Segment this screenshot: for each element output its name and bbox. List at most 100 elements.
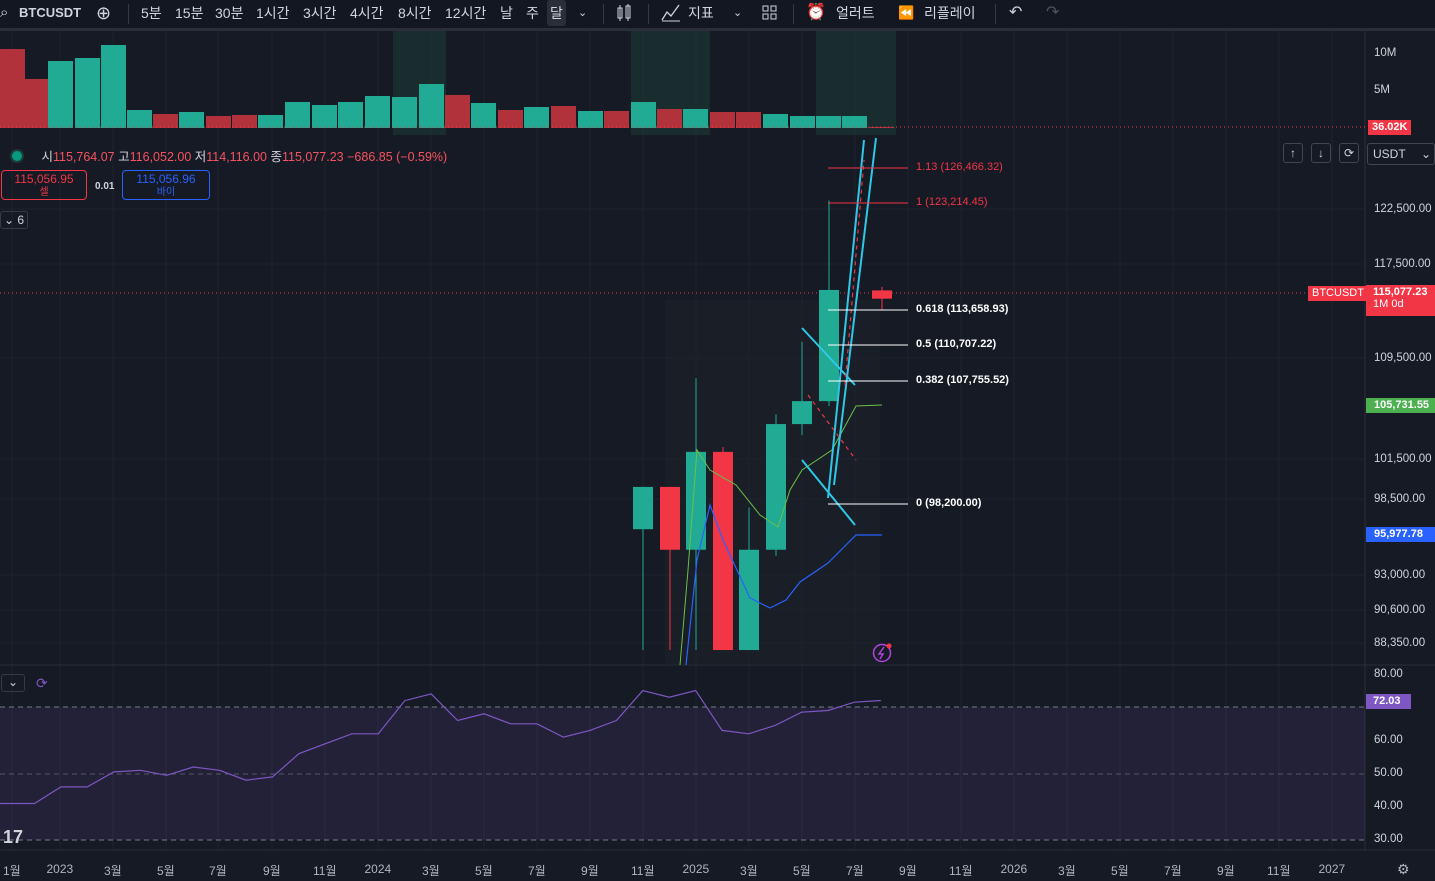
sell-price: 115,056.95 xyxy=(14,172,74,186)
volume-bar xyxy=(25,79,50,128)
interval-5m[interactable]: 5분 xyxy=(141,0,162,26)
interval-8h[interactable]: 8시간 xyxy=(398,0,432,26)
settings-gear-icon[interactable]: ⚙ xyxy=(1397,861,1410,878)
price-axis-label: 90,600.00 xyxy=(1374,604,1426,616)
interval-week[interactable]: 주 xyxy=(526,0,539,26)
time-axis-label: 9월 xyxy=(263,864,281,878)
time-axis-label: 5월 xyxy=(475,864,493,878)
currency-value: USDT xyxy=(1373,147,1406,161)
interval-4h[interactable]: 4시간 xyxy=(350,0,384,26)
scroll-up-icon[interactable]: ↑ xyxy=(1283,143,1303,163)
refresh-icon[interactable]: ⟳ xyxy=(1339,143,1359,163)
currency-select[interactable]: USDT ⌄ xyxy=(1367,143,1435,165)
time-axis-label: 7월 xyxy=(209,864,227,878)
layout-grid-icon[interactable] xyxy=(761,0,779,26)
svg-text:17: 17 xyxy=(3,827,23,847)
chevron-down-icon: ⌄ xyxy=(1420,147,1431,161)
fib-label: 1 (123,214.45) xyxy=(916,196,988,208)
alert-button[interactable]: 얼러트 xyxy=(836,0,875,26)
alarm-clock-icon[interactable]: ⏰ xyxy=(806,0,826,26)
price-axis-label: 101,500.00 xyxy=(1374,453,1432,465)
indicator-count: 6 xyxy=(17,213,25,227)
fib-label: 1.13 (126,466.32) xyxy=(916,161,1003,173)
chevron-down-icon[interactable]: ⌄ xyxy=(733,0,742,26)
indicators-button[interactable]: 지표 xyxy=(688,0,714,26)
undo-icon[interactable]: ↶ xyxy=(1009,0,1022,26)
time-axis-label: 3월 xyxy=(104,864,122,878)
time-axis-label: 11월 xyxy=(313,864,337,878)
ohlc-legend: 시115,764.07 고116,052.00 저114,116.00 종115… xyxy=(10,146,447,165)
interval-day[interactable]: 날 xyxy=(500,0,513,26)
last-price-tag: 115,077.23 1M 0d xyxy=(1366,285,1435,316)
divider xyxy=(128,4,129,24)
time-axis-label: 7월 xyxy=(528,864,546,878)
rsi-value-tag: 72.03 xyxy=(1366,694,1411,709)
interval-12h[interactable]: 12시간 xyxy=(445,0,486,26)
price-axis-label: 117,500.00 xyxy=(1374,258,1431,270)
scroll-down-icon[interactable]: ↓ xyxy=(1311,143,1331,163)
sell-button[interactable]: 115,056.95 셀 xyxy=(1,170,87,200)
volume-bar xyxy=(392,97,417,128)
legend-close-key: 종 xyxy=(270,150,282,164)
volume-bar xyxy=(101,45,126,128)
time-axis-label: 1월 xyxy=(3,864,21,878)
buy-button[interactable]: 115,056.96 바이 xyxy=(122,170,210,200)
volume-bar xyxy=(179,112,204,128)
search-icon[interactable]: ⌕ xyxy=(0,0,8,26)
volume-bar xyxy=(285,102,310,128)
volume-bar xyxy=(551,106,576,128)
legend-high-key: 고 xyxy=(118,150,130,164)
symbol-price-tag: BTCUSDT xyxy=(1308,286,1368,301)
chevron-down-icon[interactable]: ⌄ xyxy=(578,0,587,26)
interval-3h[interactable]: 3시간 xyxy=(303,0,337,26)
ma-blue-price-tag: 95,977.78 xyxy=(1366,527,1435,542)
time-axis-label: 5월 xyxy=(793,864,811,878)
symbol-name[interactable]: BTCUSDT xyxy=(19,0,81,26)
volume-bar xyxy=(338,102,363,128)
interval-1h[interactable]: 1시간 xyxy=(256,0,290,26)
time-axis-label: 7월 xyxy=(1164,864,1182,878)
price-axis-label: 98,500.00 xyxy=(1374,493,1426,505)
rsi-axis-label: 60.00 xyxy=(1374,734,1403,746)
volume-bar xyxy=(471,103,496,128)
volume-bar xyxy=(127,110,152,128)
time-axis-label: 7월 xyxy=(846,864,864,878)
rsi-band xyxy=(0,707,1365,840)
fib-label: 0.618 (113,658.93) xyxy=(916,303,1009,315)
volume-bar xyxy=(48,61,73,128)
volume-axis-label: 10M xyxy=(1374,47,1397,59)
time-axis-label: 5월 xyxy=(1111,864,1129,878)
interval-30m[interactable]: 30분 xyxy=(215,0,243,26)
volume-bar xyxy=(790,116,815,128)
fib-label: 0.382 (107,755.52) xyxy=(916,374,1009,386)
add-symbol-icon[interactable]: ⊕ xyxy=(96,0,111,26)
rewind-icon[interactable]: ⏪ xyxy=(898,0,914,26)
tradingview-logo: 17 xyxy=(3,827,23,847)
interval-month[interactable]: 달 xyxy=(547,0,566,26)
legend-change: −686.85 (−0.59%) xyxy=(347,150,448,164)
price-axis-label: 122,500.00 xyxy=(1374,203,1432,215)
chevron-down-icon: ⌄ xyxy=(7,675,19,689)
volume-bar xyxy=(0,49,25,128)
indicators-icon[interactable] xyxy=(661,0,681,26)
interval-15m[interactable]: 15분 xyxy=(175,0,203,26)
replay-button[interactable]: 리플레이 xyxy=(924,0,976,26)
rsi-collapse-toggle[interactable]: ⌄ xyxy=(1,674,25,692)
visibility-eye-icon[interactable] xyxy=(10,149,24,163)
time-axis-label: 2027 xyxy=(1318,862,1346,876)
candle-body xyxy=(633,486,653,530)
volume-axis-label: 5M xyxy=(1374,84,1390,96)
candles-icon[interactable] xyxy=(616,0,632,26)
volume-bar xyxy=(75,58,100,128)
volume-bar xyxy=(365,96,390,128)
time-axis-label: 2024 xyxy=(364,862,392,876)
volume-bar xyxy=(312,105,337,128)
time-axis-label: 11월 xyxy=(631,864,655,878)
redo-icon[interactable]: ↷ xyxy=(1046,0,1059,26)
divider xyxy=(995,4,996,24)
indicators-collapse-toggle[interactable]: ⌄ 6 xyxy=(0,211,28,229)
time-axis-label: 9월 xyxy=(1217,864,1235,878)
buy-price: 115,056.96 xyxy=(136,172,196,186)
volume-bar xyxy=(206,116,231,128)
fib-label: 0 (98,200.00) xyxy=(916,497,982,509)
